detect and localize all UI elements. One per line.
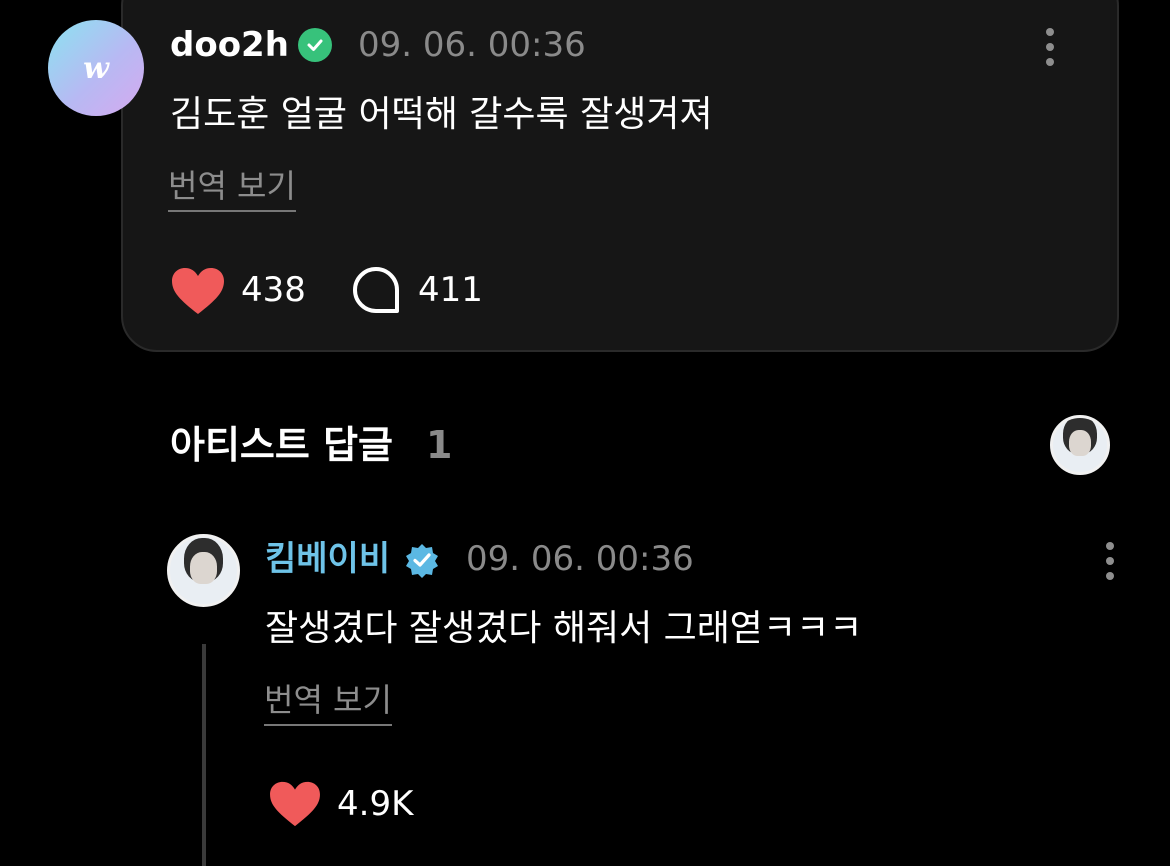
fan-reply-count: 411: [418, 270, 483, 310]
fan-comment-text: 김도훈 얼굴 어떡해 갈수록 잘생겨져: [170, 94, 713, 135]
artist-avatar[interactable]: [167, 534, 240, 607]
artist-avatar-small[interactable]: [1050, 415, 1110, 475]
heart-icon[interactable]: [268, 780, 322, 828]
fan-timestamp: 09. 06. 00:36: [358, 25, 586, 65]
more-icon[interactable]: [1044, 28, 1056, 66]
fan-avatar-letter: w: [83, 50, 109, 86]
artist-timestamp: 09. 06. 00:36: [466, 539, 694, 579]
fan-avatar[interactable]: w: [48, 20, 144, 116]
comment-icon[interactable]: [352, 266, 400, 314]
fan-like-count: 438: [241, 270, 306, 310]
artist-reply-heading: 아티스트 답글: [170, 423, 393, 467]
more-icon[interactable]: [1104, 542, 1116, 580]
artist-reply-text: 잘생겼다 잘생겼다 해줘서 그래엳ㅋㅋㅋ: [265, 608, 863, 649]
artist-reply-count: 1: [426, 423, 453, 467]
artist-username[interactable]: 킴베이비: [265, 542, 390, 576]
fan-translate-link[interactable]: 번역 보기: [168, 170, 296, 212]
heart-icon[interactable]: [170, 266, 226, 316]
artist-translate-link[interactable]: 번역 보기: [264, 684, 392, 726]
fan-username[interactable]: doo2h: [170, 28, 289, 62]
verified-blue-icon: [404, 542, 440, 578]
verified-green-icon: [298, 28, 332, 62]
artist-like-count: 4.9K: [337, 784, 414, 824]
thread-line: [202, 644, 206, 866]
